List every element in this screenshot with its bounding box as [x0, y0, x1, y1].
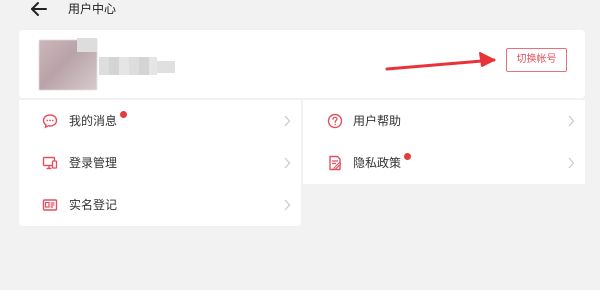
menu-item-my-messages[interactable]: 我的消息	[19, 100, 301, 142]
chat-bubble-icon	[42, 114, 58, 129]
menu-item-real-name-registration[interactable]: 实名登记	[19, 184, 301, 226]
menu-item-login-management[interactable]: 登录管理	[19, 142, 301, 184]
username-blurred-tail	[157, 61, 175, 73]
chevron-right-icon	[568, 115, 575, 127]
unread-badge	[120, 111, 127, 118]
menu-item-label: 实名登记	[69, 198, 118, 212]
menu-grid: 我的消息 登录管理 实名登记 用户帮助 隐私政策	[19, 100, 585, 227]
menu-item-label: 我的消息	[69, 114, 118, 128]
switch-account-button[interactable]: 切换帐号	[506, 48, 567, 72]
menu-item-user-help[interactable]: 用户帮助	[303, 100, 585, 142]
menu-item-label: 隐私政策	[353, 156, 402, 170]
policy-document-icon	[329, 155, 342, 171]
header-bar: 用户中心	[0, 0, 600, 22]
devices-icon	[42, 156, 58, 170]
menu-item-label: 用户帮助	[353, 114, 402, 128]
arrow-left-icon[interactable]	[28, 0, 50, 20]
page-title: 用户中心	[68, 2, 117, 16]
chevron-right-icon	[284, 157, 291, 169]
menu-item-privacy-policy[interactable]: 隐私政策	[303, 142, 585, 184]
chevron-right-icon	[284, 115, 291, 127]
avatar-blur-patch	[77, 38, 97, 52]
profile-card: 切换帐号	[19, 30, 585, 98]
menu-item-label: 登录管理	[69, 156, 118, 170]
user-center-page: 用户中心 切换帐号 我的消息 登录管理 实名登记 用户帮助 隐私政策	[0, 0, 600, 290]
unread-badge	[404, 153, 411, 160]
chevron-right-icon	[568, 157, 575, 169]
chevron-right-icon	[284, 199, 291, 211]
username-blurred	[99, 57, 157, 75]
id-card-icon	[42, 199, 58, 211]
question-circle-icon	[327, 113, 343, 129]
